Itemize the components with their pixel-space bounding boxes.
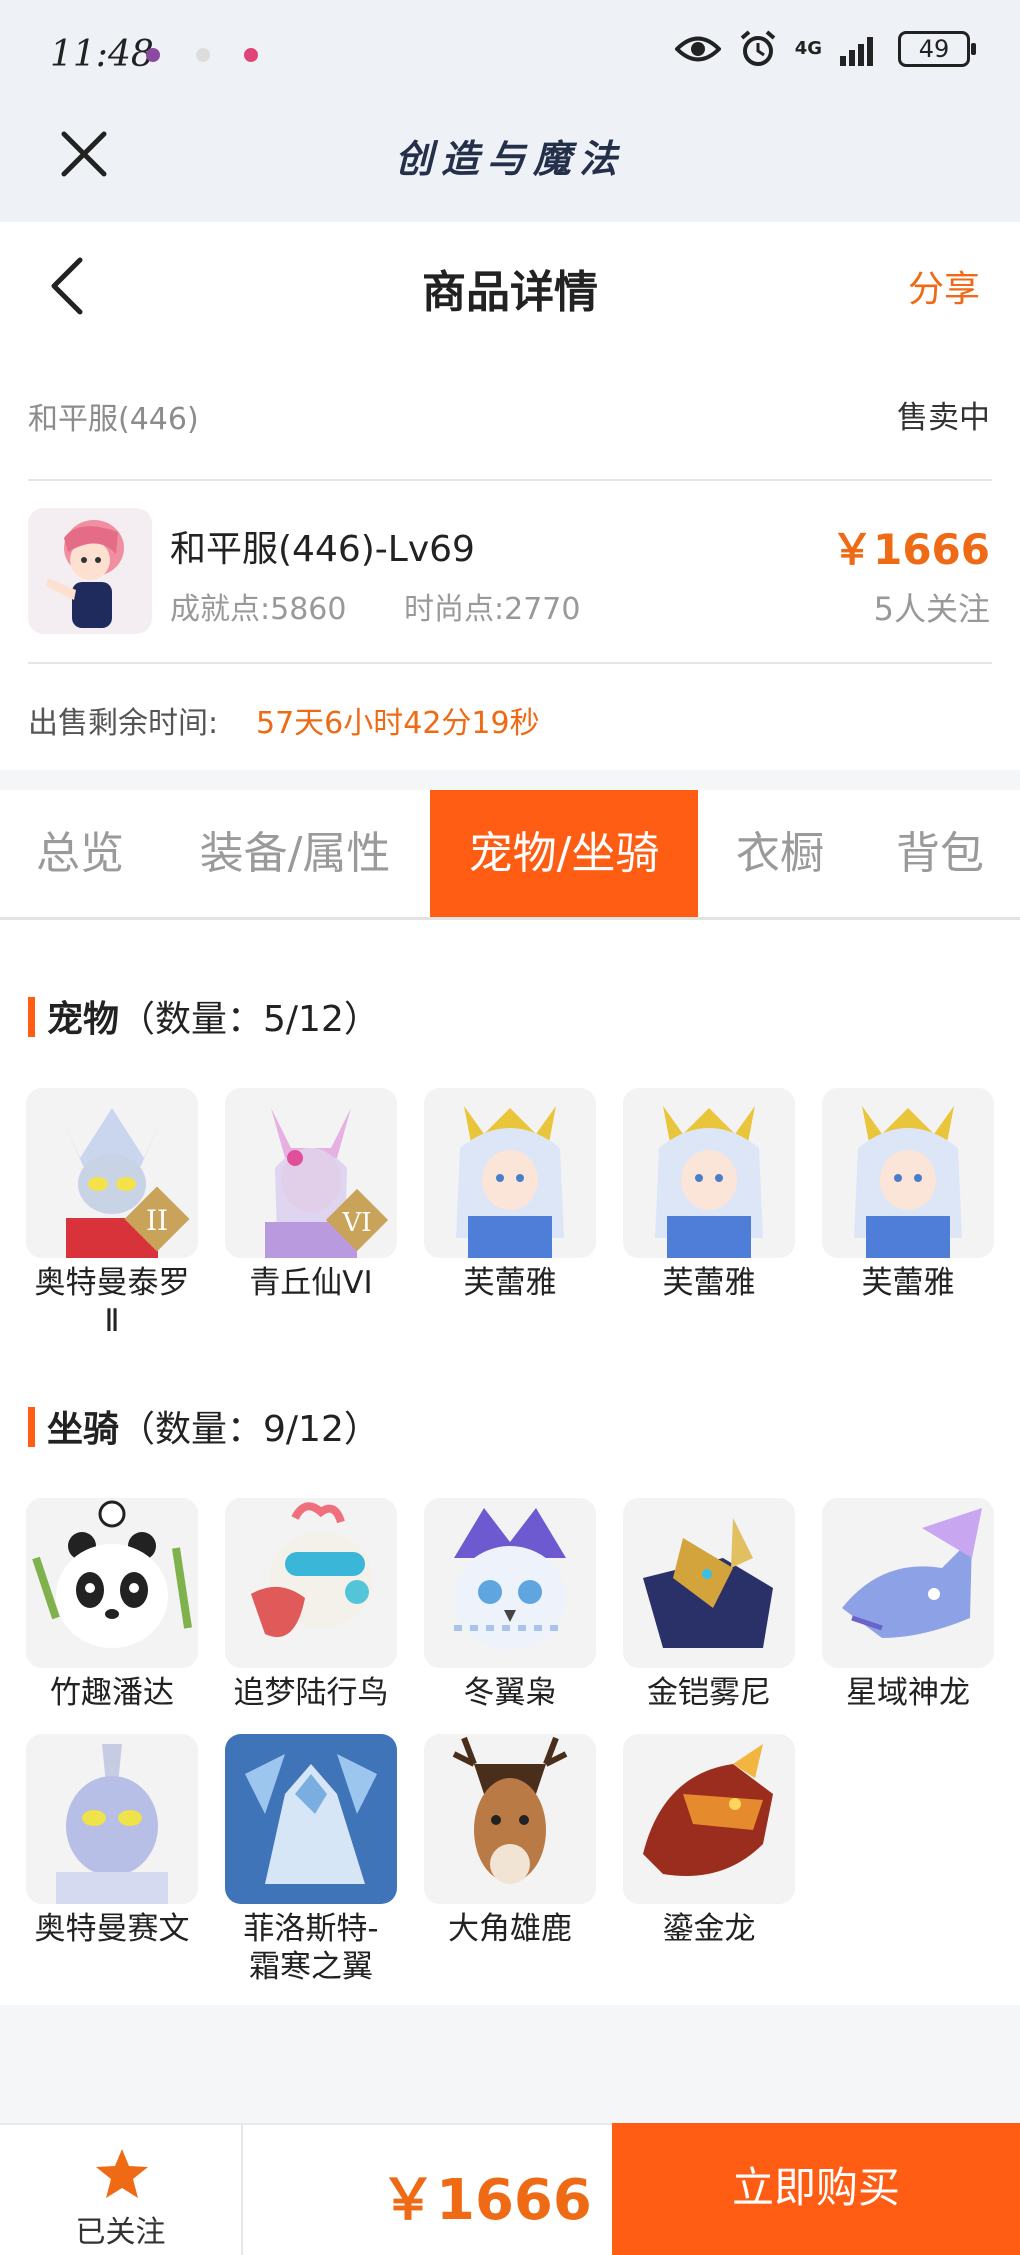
follow-label: 已关注 bbox=[75, 2215, 166, 2250]
mount-image bbox=[225, 1498, 397, 1668]
pet-image bbox=[623, 1088, 795, 1258]
tab-bar: 总览 装备/属性 宠物/坐骑 衣橱 背包 bbox=[0, 790, 1020, 920]
mount-image bbox=[822, 1498, 994, 1668]
star-icon bbox=[96, 2149, 148, 2198]
mount-name: 菲洛斯特- 霜寒之翼 bbox=[243, 1911, 379, 1985]
achievement-points: 成就点:5860 bbox=[170, 592, 347, 627]
mount-name: 冬翼枭 bbox=[463, 1675, 557, 1711]
divider bbox=[28, 479, 992, 481]
notification-icon bbox=[244, 48, 258, 62]
mount-image bbox=[26, 1498, 198, 1668]
character-avatar bbox=[28, 508, 152, 634]
tab-pets-mounts[interactable]: 宠物/坐骑 bbox=[430, 790, 698, 917]
mount-item[interactable]: 菲洛斯特- 霜寒之翼 bbox=[225, 1734, 397, 1986]
mount-item[interactable]: 鎏金龙 bbox=[623, 1734, 795, 1948]
mount-name: 大角雄鹿 bbox=[448, 1911, 572, 1947]
pet-item[interactable]: 芙蕾雅 bbox=[623, 1088, 795, 1302]
follow-button[interactable]: 已关注 bbox=[0, 2125, 243, 2255]
section-marker bbox=[28, 1407, 35, 1447]
mount-item[interactable]: 奥特曼赛文 bbox=[26, 1734, 198, 1948]
mount-item[interactable]: 金铠雾尼 bbox=[623, 1498, 795, 1712]
mounts-section-title: 坐骑（数量：9/12） bbox=[28, 1400, 380, 1452]
pet-badge: VI bbox=[341, 1208, 371, 1238]
remaining-time-value: 57天6小时42分19秒 bbox=[256, 706, 540, 741]
mount-item[interactable]: 大角雄鹿 bbox=[424, 1734, 596, 1948]
pets-count: （数量：5/12） bbox=[119, 999, 380, 1040]
mount-name: 竹趣潘达 bbox=[50, 1675, 174, 1711]
fashion-points: 时尚点:2770 bbox=[404, 592, 581, 627]
mount-image bbox=[424, 1498, 596, 1668]
pet-badge: II bbox=[146, 1204, 168, 1237]
mount-name: 追梦陆行鸟 bbox=[233, 1675, 389, 1711]
mount-name: 星域神龙 bbox=[846, 1675, 970, 1711]
character-name: 和平服(446)-Lv69 bbox=[170, 529, 475, 570]
pets-mounts-panel: 宠物（数量：5/12） II 奥特曼泰罗 Ⅱ VI 青丘仙VI 芙蕾雅 芙蕾雅 芙… bbox=[0, 920, 1020, 2005]
tab-backpack[interactable]: 背包 bbox=[860, 790, 1020, 917]
tab-equipment[interactable]: 装备/属性 bbox=[170, 790, 420, 917]
mount-image bbox=[225, 1734, 397, 1904]
section-marker bbox=[28, 997, 35, 1037]
pet-item[interactable]: II 奥特曼泰罗 Ⅱ bbox=[26, 1088, 198, 1340]
page-title: 商品详情 bbox=[422, 267, 598, 318]
mount-name: 鎏金龙 bbox=[662, 1911, 756, 1947]
mount-item[interactable]: 冬翼枭 bbox=[424, 1498, 596, 1712]
mount-image bbox=[26, 1734, 198, 1904]
bottom-bar: 已关注 ￥1666 立即购买 bbox=[0, 2123, 1020, 2255]
status-bar: 11:48 4G 49 bbox=[0, 0, 1020, 110]
status-time: 11:48 bbox=[50, 34, 154, 75]
pet-image: II bbox=[26, 1088, 198, 1258]
network-label: 4G bbox=[794, 38, 822, 59]
app-title: 创造与魔法 bbox=[394, 136, 625, 181]
mount-image bbox=[424, 1734, 596, 1904]
mount-name: 奥特曼赛文 bbox=[34, 1911, 190, 1947]
mounts-count: （数量：9/12） bbox=[119, 1409, 380, 1450]
mount-item[interactable]: 竹趣潘达 bbox=[26, 1498, 198, 1712]
tab-overview[interactable]: 总览 bbox=[0, 790, 160, 917]
signal-icon bbox=[840, 37, 873, 66]
pet-image: VI bbox=[225, 1088, 397, 1258]
battery-indicator: 49 bbox=[898, 31, 976, 67]
mounts-title: 坐骑 bbox=[47, 1409, 120, 1450]
pets-title: 宠物 bbox=[47, 999, 120, 1040]
bottom-price: ￥1666 bbox=[380, 2168, 592, 2233]
pet-item[interactable]: VI 青丘仙VI bbox=[225, 1088, 397, 1302]
alarm-icon bbox=[740, 30, 775, 66]
pet-name: 芙蕾雅 bbox=[861, 1265, 955, 1301]
pet-image bbox=[822, 1088, 994, 1258]
remaining-time-label: 出售剩余时间: bbox=[28, 706, 219, 741]
pet-item[interactable]: 芙蕾雅 bbox=[424, 1088, 596, 1302]
pet-name: 芙蕾雅 bbox=[662, 1265, 756, 1301]
pet-item[interactable]: 芙蕾雅 bbox=[822, 1088, 994, 1302]
pet-name: 奥特曼泰罗 Ⅱ bbox=[34, 1265, 190, 1339]
app-bar: 创造与魔法 bbox=[0, 110, 1020, 222]
divider bbox=[28, 662, 992, 664]
pet-name: 芙蕾雅 bbox=[463, 1265, 557, 1301]
mount-name: 金铠雾尼 bbox=[647, 1675, 771, 1711]
share-button[interactable]: 分享 bbox=[908, 260, 980, 312]
product-card: 和平服(446) 售卖中 和平服(446)-Lv69 成就点:5860 时尚点:… bbox=[0, 352, 1020, 770]
mount-item[interactable]: 追梦陆行鸟 bbox=[225, 1498, 397, 1712]
follower-count: 5人关注 bbox=[873, 590, 990, 628]
server-name: 和平服(446) bbox=[28, 402, 199, 437]
sale-status: 售卖中 bbox=[897, 400, 990, 436]
pet-name: 青丘仙VI bbox=[249, 1265, 373, 1301]
tab-wardrobe[interactable]: 衣橱 bbox=[700, 790, 860, 917]
pet-image bbox=[424, 1088, 596, 1258]
mount-item[interactable]: 星域神龙 bbox=[822, 1498, 994, 1712]
pets-section-title: 宠物（数量：5/12） bbox=[28, 990, 380, 1042]
price: ￥1666 bbox=[831, 525, 990, 574]
page-header: 商品详情 分享 bbox=[0, 222, 1020, 352]
buy-now-button[interactable]: 立即购买 bbox=[612, 2123, 1020, 2255]
mount-image bbox=[623, 1498, 795, 1668]
eye-icon bbox=[674, 36, 721, 62]
notification-icon bbox=[146, 48, 160, 62]
mount-image bbox=[623, 1734, 795, 1904]
notification-icon bbox=[196, 48, 210, 62]
